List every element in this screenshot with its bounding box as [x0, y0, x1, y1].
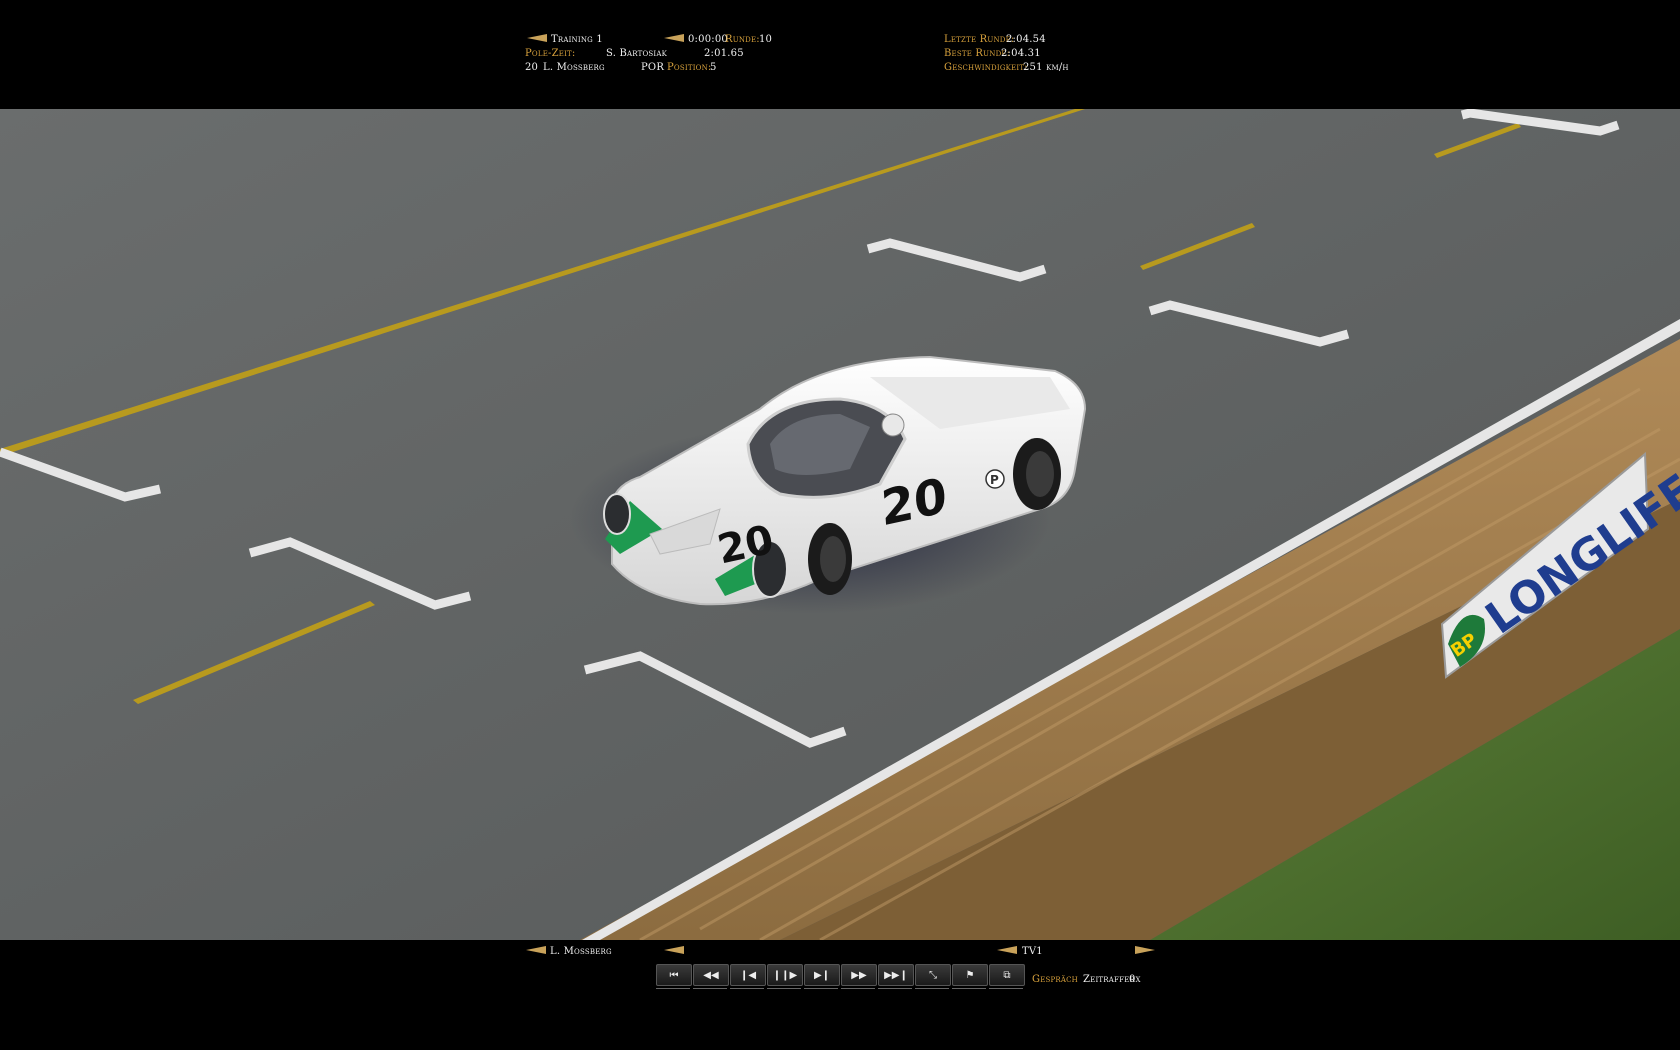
next-camera-arrow-icon[interactable]: [1135, 946, 1155, 954]
pole-driver: S. Bartosiak: [606, 48, 668, 59]
control-underline: [878, 988, 912, 989]
camera-switch-button[interactable]: ⤡: [915, 964, 951, 986]
session-time: 0:00:00: [688, 34, 728, 45]
rewind-icon: ◀◀: [703, 969, 719, 981]
best-lap-value: 2:04.31: [1001, 48, 1041, 59]
control-underline: [952, 988, 986, 989]
play-pause-button[interactable]: ❙❙▶: [767, 964, 803, 986]
top-hud: [0, 0, 1680, 109]
control-underline: [915, 988, 949, 989]
last-lap-label: Letzte Runde:: [944, 34, 1015, 45]
fast-forward-button[interactable]: ▶▶: [841, 964, 877, 986]
prev-session-arrow-icon[interactable]: [527, 34, 547, 42]
pole-label: Pole-Zeit:: [525, 48, 576, 59]
session-selector[interactable]: [527, 34, 547, 45]
pause-icon: ❙❙▶: [772, 969, 798, 981]
timelapse-label[interactable]: Zeitraffer: [1083, 974, 1135, 985]
control-underline: [841, 988, 875, 989]
rewind-button[interactable]: ◀◀: [693, 964, 729, 986]
skip-start-button[interactable]: ⏮: [656, 964, 692, 986]
race-scene-graphic: 20 20 P BP LONGLIFE: [0, 109, 1680, 940]
skip-end-icon: ▶▶❙: [884, 969, 908, 981]
control-underline: [693, 988, 727, 989]
last-lap-value: 2:04.54: [1006, 34, 1046, 45]
chat-button[interactable]: Gespräch: [1032, 974, 1078, 985]
step-forward-icon: ▶❙: [813, 969, 831, 981]
next-session-button[interactable]: [664, 34, 684, 45]
prev-driver-arrow-icon[interactable]: [526, 946, 546, 954]
session-time-arrow-icon[interactable]: [664, 34, 684, 42]
bottom-hud: [0, 940, 1680, 1050]
next-camera-button[interactable]: [1135, 946, 1155, 957]
next-driver-button[interactable]: [664, 946, 684, 957]
speed-value: 251 km/h: [1023, 62, 1069, 73]
timelapse-value: 0x: [1129, 974, 1141, 985]
lap-label: Runde:: [725, 34, 760, 45]
export-icon: ⧉: [1003, 969, 1011, 981]
team-code: POR: [641, 62, 665, 73]
skip-end-button[interactable]: ▶▶❙: [878, 964, 914, 986]
lap-value: 10: [759, 34, 773, 45]
prev-camera-arrow-icon[interactable]: [997, 946, 1017, 954]
fast-forward-icon: ▶▶: [851, 969, 867, 981]
prev-driver-button[interactable]: [526, 946, 546, 957]
pole-time: 2:01.65: [704, 48, 744, 59]
camera-switch-icon: ⤡: [929, 969, 937, 981]
prev-camera-button[interactable]: [997, 946, 1017, 957]
session-label: Training 1: [551, 34, 603, 45]
current-driver-label: L. Mossberg: [550, 946, 612, 957]
control-underline: [767, 988, 801, 989]
position-label: Position:: [667, 62, 712, 73]
skip-start-icon: ⏮: [669, 969, 679, 981]
export-button[interactable]: ⧉: [989, 964, 1025, 986]
flag-button[interactable]: ⚑: [952, 964, 988, 986]
control-underline: [804, 988, 838, 989]
next-driver-arrow-icon[interactable]: [664, 946, 684, 954]
control-underline: [656, 988, 690, 989]
step-back-button[interactable]: ❙◀: [730, 964, 766, 986]
step-back-icon: ❙◀: [739, 969, 757, 981]
car-badge: P: [990, 473, 999, 487]
race-scene: 20 20 P BP LONGLIFE: [0, 109, 1680, 940]
step-forward-button[interactable]: ▶❙: [804, 964, 840, 986]
camera-label: TV1: [1022, 946, 1043, 957]
control-underline: [989, 988, 1023, 989]
flag-icon: ⚑: [965, 969, 975, 981]
position-value: 5: [710, 62, 717, 73]
control-underline: [730, 988, 764, 989]
car-number: 20: [525, 62, 539, 73]
speed-label: Geschwindigkeit:: [944, 62, 1028, 73]
driver-name: L. Mossberg: [543, 62, 605, 73]
